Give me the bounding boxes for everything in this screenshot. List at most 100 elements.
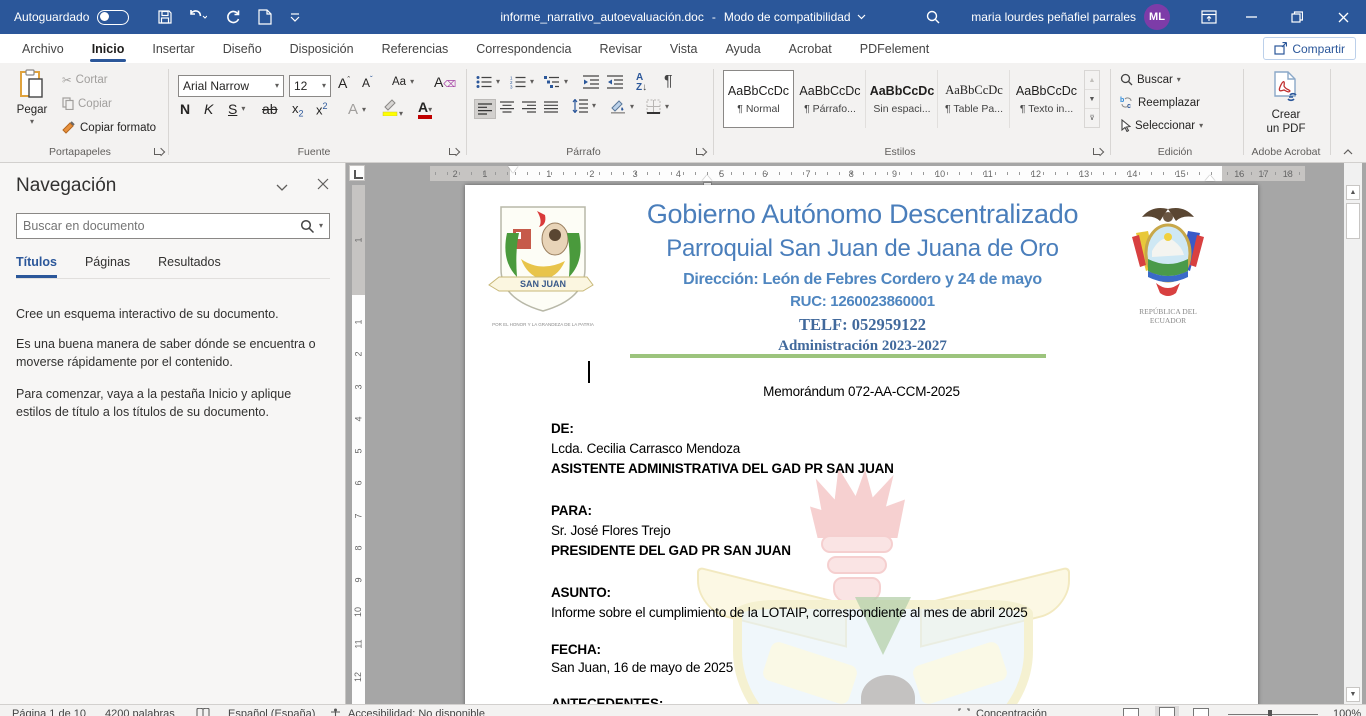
font-color-button[interactable]: A▾ [418, 99, 432, 115]
align-left-button[interactable] [474, 99, 496, 119]
borders-button[interactable]: ▾ [646, 99, 669, 114]
web-layout-view-icon[interactable] [1193, 708, 1209, 716]
para-title[interactable]: PRESIDENTE DEL GAD PR SAN JUAN [551, 543, 791, 558]
close-button[interactable] [1320, 0, 1366, 34]
highlight-button[interactable]: ▾ [382, 99, 403, 119]
format-painter-button[interactable]: Copiar formato [62, 121, 156, 135]
nav-search-icon[interactable] [300, 219, 315, 234]
line-spacing-button[interactable]: ▾ [572, 99, 596, 113]
style-normal[interactable]: AaBbCcDc ¶ Normal [723, 70, 794, 128]
nav-tab-resultados[interactable]: Resultados [158, 255, 221, 278]
nav-tab-titulos[interactable]: Títulos [16, 255, 57, 278]
font-name-combo[interactable]: Arial Narrow▾ [178, 75, 284, 97]
zoom-level[interactable]: 100% [1333, 708, 1361, 716]
tab-pdfelement[interactable]: PDFelement [846, 34, 943, 63]
minimize-button[interactable] [1228, 0, 1274, 34]
language-indicator[interactable]: Español (España) [228, 708, 315, 716]
tab-stop-selector[interactable] [349, 165, 365, 181]
undo-button[interactable] [182, 0, 212, 34]
collapse-ribbon-button[interactable] [1343, 147, 1353, 157]
grow-font-button[interactable]: Aˆ [338, 75, 350, 91]
italic-button[interactable]: K [204, 101, 213, 117]
style-texto-independiente[interactable]: AaBbCcDc ¶ Texto in... [1011, 70, 1082, 128]
find-button[interactable]: Buscar▾ [1120, 73, 1181, 86]
font-size-combo[interactable]: 12▾ [289, 75, 331, 97]
sort-button[interactable]: AZ↓ [636, 73, 647, 93]
focus-mode-icon[interactable] [958, 708, 970, 716]
superscript-button[interactable]: x2 [316, 101, 328, 117]
tab-inicio[interactable]: Inicio [78, 34, 139, 63]
fecha-text[interactable]: San Juan, 16 de mayo de 2025 [551, 660, 733, 675]
scroll-down-button[interactable]: ▼ [1346, 687, 1360, 702]
asunto-text[interactable]: Informe sobre el cumplimiento de la LOTA… [551, 605, 1028, 620]
navigation-chevron-down-icon[interactable] [276, 179, 288, 197]
de-name[interactable]: Lcda. Cecilia Carrasco Mendoza [551, 441, 740, 456]
select-button[interactable]: Seleccionar▾ [1120, 119, 1203, 132]
increase-indent-button[interactable] [607, 75, 623, 92]
horizontal-ruler[interactable]: 21 123456789101112131415 161718 [430, 166, 1305, 181]
zoom-slider[interactable] [1228, 708, 1318, 716]
scroll-up-button[interactable]: ▲ [1346, 185, 1360, 200]
style-table-paragraph[interactable]: AaBbCcDc ¶ Table Pa... [939, 70, 1010, 128]
para-name[interactable]: Sr. José Flores Trejo [551, 523, 671, 538]
paste-button[interactable]: Pegar ▾ [10, 69, 54, 126]
document-page[interactable]: SAN JUAN POR EL HONOR Y LA GRANDEZA DE L… [465, 185, 1258, 716]
document-search-input[interactable] [23, 219, 300, 233]
bold-button[interactable]: N [180, 101, 190, 117]
style-parrafo[interactable]: AaBbCcDc ¶ Párrafo... [795, 70, 866, 128]
create-pdf-button[interactable]: Crear un PDF [1248, 71, 1324, 137]
user-name[interactable]: maria lourdes peñafiel parrales [971, 0, 1136, 34]
page-indicator[interactable]: Página 1 de 10 [12, 708, 86, 716]
nav-tab-paginas[interactable]: Páginas [85, 255, 130, 278]
underline-button[interactable]: S▾ [228, 101, 245, 117]
text-effects-button[interactable]: A▾ [348, 101, 366, 118]
tab-correspondencia[interactable]: Correspondencia [462, 34, 585, 63]
align-right-button[interactable] [522, 101, 536, 116]
tab-disposici-n[interactable]: Disposición [276, 34, 368, 63]
customize-quick-access-icon[interactable] [280, 0, 310, 34]
redo-button[interactable] [218, 0, 248, 34]
subscript-button[interactable]: x2 [292, 101, 304, 119]
bullets-button[interactable]: ▾ [476, 75, 500, 89]
clear-formatting-button[interactable]: A⌫ [434, 74, 456, 90]
strikethrough-button[interactable]: ab [262, 101, 278, 117]
styles-dialog-launcher[interactable] [1092, 147, 1103, 158]
styles-more-button[interactable]: ⊽ [1085, 108, 1099, 127]
nav-search-chevron-icon[interactable]: ▾ [319, 222, 323, 230]
document-search-box[interactable]: ▾ [16, 213, 330, 239]
paragraph-dialog-launcher[interactable] [695, 147, 706, 158]
decrease-indent-button[interactable] [583, 75, 599, 92]
navigation-close-icon[interactable] [317, 177, 329, 195]
fecha-label[interactable]: FECHA: [551, 642, 601, 657]
de-title[interactable]: ASISTENTE ADMINISTRATIVA DEL GAD PR SAN … [551, 461, 894, 476]
change-case-button[interactable]: Aa▾ [392, 76, 414, 88]
shading-button[interactable]: ▾ [610, 99, 634, 114]
shrink-font-button[interactable]: Aˇ [362, 75, 373, 90]
asunto-label[interactable]: ASUNTO: [551, 585, 611, 600]
align-center-button[interactable] [500, 101, 514, 116]
show-formatting-button[interactable]: ¶ [664, 73, 673, 91]
ribbon-display-options-icon[interactable] [1194, 0, 1224, 34]
tab-insertar[interactable]: Insertar [138, 34, 208, 63]
scrollbar-thumb[interactable] [1346, 203, 1360, 239]
style-sin-espaciado[interactable]: AaBbCcDc Sin espaci... [867, 70, 938, 128]
para-label[interactable]: PARA: [551, 503, 592, 518]
focus-mode-label[interactable]: Concentración [976, 708, 1047, 716]
numbering-button[interactable]: 123▾ [510, 75, 534, 89]
autosave-toggle[interactable] [97, 10, 129, 25]
copy-button[interactable]: Copiar [62, 97, 112, 110]
new-document-icon[interactable] [250, 0, 280, 34]
read-mode-view-icon[interactable] [1123, 708, 1139, 716]
de-label[interactable]: DE: [551, 421, 574, 436]
clipboard-dialog-launcher[interactable] [153, 147, 164, 158]
proofing-book-icon[interactable] [196, 708, 210, 716]
memo-number[interactable]: Memorándum 072-AA-CCM-2025 [465, 384, 1258, 399]
justify-button[interactable] [544, 101, 558, 116]
cut-button[interactable]: ✂ Cortar [62, 73, 108, 87]
styles-scroll-up-button[interactable]: ▲ [1085, 71, 1099, 89]
save-button[interactable] [150, 0, 180, 34]
tab-dise-o[interactable]: Diseño [209, 34, 276, 63]
font-dialog-launcher[interactable] [448, 147, 459, 158]
replace-button[interactable]: bc Reemplazar [1120, 96, 1200, 109]
tab-vista[interactable]: Vista [656, 34, 712, 63]
